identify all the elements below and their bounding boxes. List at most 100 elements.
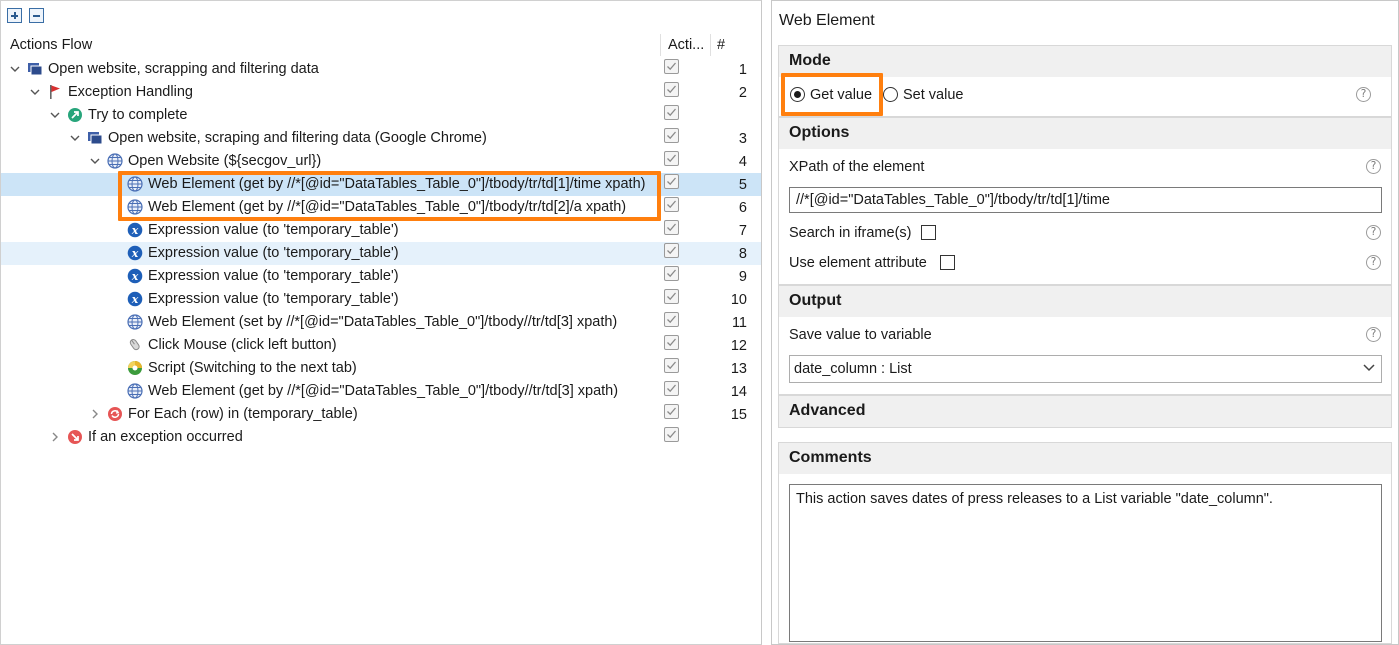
- expand-all-icon[interactable]: [7, 8, 22, 23]
- tree-row[interactable]: Try to complete: [1, 104, 761, 127]
- column-divider[interactable]: [660, 34, 661, 56]
- row-number: 6: [738, 200, 747, 216]
- column-divider[interactable]: [710, 34, 711, 56]
- chevron-down-icon[interactable]: [29, 86, 41, 98]
- tree-row[interactable]: Open Website (${secgov_url}) 4: [1, 150, 761, 173]
- chevron-down-icon[interactable]: [49, 109, 61, 121]
- row-number: 13: [730, 361, 747, 377]
- row-number: 2: [738, 85, 747, 101]
- tree-row-label: Open Website (${secgov_url}): [128, 153, 322, 169]
- active-checkbox[interactable]: [664, 312, 679, 327]
- active-checkbox[interactable]: [664, 381, 679, 396]
- tree-row[interactable]: x Expression value (to 'temporary_table')…: [1, 242, 761, 265]
- set-value-label[interactable]: Set value: [903, 87, 963, 103]
- tree-toolbar: [7, 8, 44, 24]
- set-value-radio[interactable]: [883, 87, 898, 102]
- active-checkbox[interactable]: [664, 174, 679, 189]
- tree-row[interactable]: x Expression value (to 'temporary_table')…: [1, 265, 761, 288]
- mouse-icon: [127, 337, 143, 353]
- flag-icon: [47, 84, 63, 100]
- active-checkbox[interactable]: [664, 404, 679, 419]
- tree-row[interactable]: x Expression value (to 'temporary_table')…: [1, 219, 761, 242]
- section-output[interactable]: Output: [778, 285, 1392, 317]
- output-pane: Save value to variable ? date_column : L…: [778, 317, 1392, 395]
- active-checkbox[interactable]: [664, 243, 679, 258]
- help-icon[interactable]: ?: [1366, 159, 1381, 174]
- tree-row-label: If an exception occurred: [88, 429, 243, 445]
- chevron-down-icon[interactable]: [69, 132, 81, 144]
- tree-row-label: Expression value (to 'temporary_table'): [148, 268, 399, 284]
- globe-icon: [107, 153, 123, 169]
- options-pane: XPath of the element ? //*[@id="DataTabl…: [778, 149, 1392, 285]
- globe-icon: [127, 176, 143, 192]
- tree-row-label: Web Element (get by //*[@id="DataTables_…: [148, 176, 646, 192]
- active-checkbox[interactable]: [664, 358, 679, 373]
- tree-row-label: Open website, scraping and filtering dat…: [108, 130, 487, 146]
- panel-title: Web Element: [779, 12, 875, 29]
- chevron-right-icon[interactable]: [89, 408, 101, 420]
- help-icon[interactable]: ?: [1366, 225, 1381, 240]
- help-icon[interactable]: ?: [1366, 255, 1381, 270]
- tree-row[interactable]: Web Element (get by //*[@id="DataTables_…: [1, 173, 761, 196]
- active-checkbox[interactable]: [664, 128, 679, 143]
- tree-row-label: Script (Switching to the next tab): [148, 360, 357, 376]
- row-number: 9: [738, 269, 747, 285]
- tree-row[interactable]: Script (Switching to the next tab) 13: [1, 357, 761, 380]
- section-mode[interactable]: Mode: [778, 45, 1392, 77]
- active-checkbox[interactable]: [664, 82, 679, 97]
- column-active[interactable]: Acti...: [668, 37, 704, 53]
- attribute-checkbox[interactable]: [940, 255, 955, 270]
- save-variable-label: Save value to variable: [789, 327, 932, 343]
- section-options[interactable]: Options: [778, 117, 1392, 149]
- active-checkbox[interactable]: [664, 220, 679, 235]
- section-options-title: Options: [789, 124, 850, 141]
- iframe-checkbox[interactable]: [921, 225, 936, 240]
- active-checkbox[interactable]: [664, 59, 679, 74]
- chevron-down-icon[interactable]: [89, 155, 101, 167]
- tree-row-label: Web Element (get by //*[@id="DataTables_…: [148, 199, 627, 215]
- variable-select[interactable]: date_column : List: [789, 355, 1382, 383]
- exception-icon: [67, 429, 83, 445]
- tree-row[interactable]: Open website, scraping and filtering dat…: [1, 127, 761, 150]
- active-checkbox[interactable]: [664, 151, 679, 166]
- column-actions-flow[interactable]: Actions Flow: [10, 37, 92, 53]
- help-icon[interactable]: ?: [1366, 327, 1381, 342]
- collapse-all-icon[interactable]: [29, 8, 44, 23]
- active-checkbox[interactable]: [664, 105, 679, 120]
- tree-row[interactable]: Web Element (get by //*[@id="DataTables_…: [1, 380, 761, 403]
- tree-row[interactable]: Web Element (get by //*[@id="DataTables_…: [1, 196, 761, 219]
- get-value-label[interactable]: Get value: [810, 87, 872, 103]
- group-icon: [87, 130, 103, 146]
- get-value-radio[interactable]: [790, 87, 805, 102]
- tree-row-label: Try to complete: [88, 107, 188, 123]
- actions-flow-panel: Actions Flow Acti... # Open website, scr…: [0, 0, 762, 645]
- tree-row[interactable]: Click Mouse (click left button) 12: [1, 334, 761, 357]
- row-number: 1: [738, 62, 747, 78]
- tree-row-label: Open website, scrapping and filtering da…: [48, 61, 319, 77]
- tree-row[interactable]: If an exception occurred: [1, 426, 761, 449]
- section-comments[interactable]: Comments: [778, 442, 1392, 474]
- expression-icon: x: [127, 222, 143, 238]
- active-checkbox[interactable]: [664, 289, 679, 304]
- row-number: 12: [730, 338, 747, 354]
- help-icon[interactable]: ?: [1356, 87, 1371, 102]
- column-number[interactable]: #: [717, 37, 725, 53]
- group-icon: [27, 61, 43, 77]
- tree-row-label: Expression value (to 'temporary_table'): [148, 222, 399, 238]
- tree-row[interactable]: For Each (row) in (temporary_table) 15: [1, 403, 761, 426]
- comments-textarea[interactable]: This action saves dates of press release…: [789, 484, 1382, 642]
- xpath-input[interactable]: //*[@id="DataTables_Table_0"]/tbody/tr/t…: [789, 187, 1382, 213]
- active-checkbox[interactable]: [664, 266, 679, 281]
- tree-row[interactable]: x Expression value (to 'temporary_table')…: [1, 288, 761, 311]
- tree-header: Actions Flow Acti... #: [1, 31, 761, 59]
- tree-row[interactable]: Open website, scrapping and filtering da…: [1, 58, 761, 81]
- section-advanced[interactable]: Advanced: [778, 395, 1392, 428]
- chevron-down-icon[interactable]: [9, 63, 21, 75]
- expression-icon: x: [127, 268, 143, 284]
- active-checkbox[interactable]: [664, 335, 679, 350]
- chevron-right-icon[interactable]: [49, 431, 61, 443]
- tree-row[interactable]: Exception Handling 2: [1, 81, 761, 104]
- tree-row[interactable]: Web Element (set by //*[@id="DataTables_…: [1, 311, 761, 334]
- active-checkbox[interactable]: [664, 427, 679, 442]
- active-checkbox[interactable]: [664, 197, 679, 212]
